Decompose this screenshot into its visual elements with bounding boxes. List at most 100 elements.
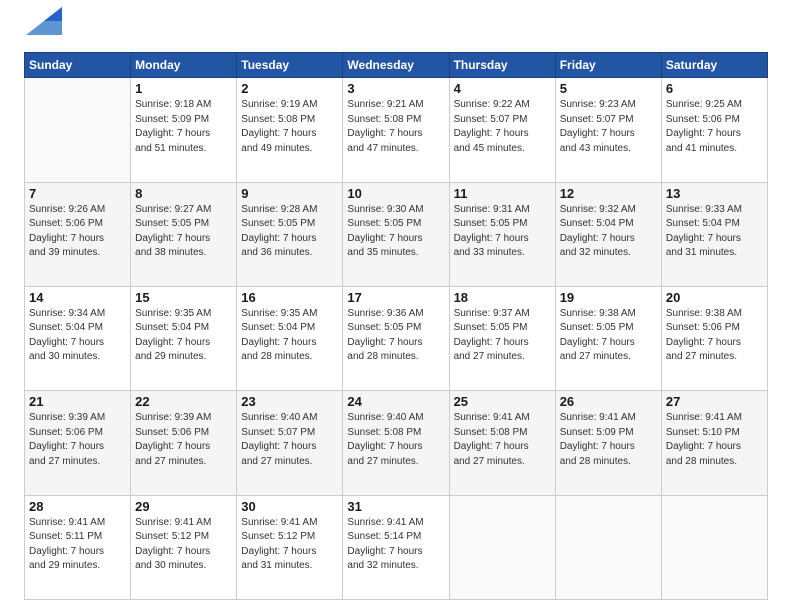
day-info: Sunrise: 9:22 AM Sunset: 5:07 PM Dayligh… <box>454 98 551 156</box>
calendar-cell: 17 Sunrise: 9:36 AM Sunset: 5:05 PM Dayli… <box>343 286 449 390</box>
day-number: 6 <box>666 81 763 96</box>
calendar-cell: 24 Sunrise: 9:40 AM Sunset: 5:08 PM Dayli… <box>343 391 449 495</box>
day-number: 14 <box>29 290 126 305</box>
day-number: 21 <box>29 394 126 409</box>
day-number: 19 <box>560 290 657 305</box>
day-info: Sunrise: 9:25 AM Sunset: 5:06 PM Dayligh… <box>666 98 763 156</box>
calendar-cell: 27Sunrise: 9:41 AM Sunset: 5:10 PM Dayli… <box>661 391 767 495</box>
day-info: Sunrise: 9:19 AM Sunset: 5:08 PM Dayligh… <box>241 98 338 156</box>
day-number: 12 <box>560 186 657 201</box>
weekday-header-tuesday: Tuesday <box>237 53 343 78</box>
calendar-cell: 1 Sunrise: 9:18 AM Sunset: 5:09 PM Daylig… <box>131 78 237 182</box>
calendar-cell: 6 Sunrise: 9:25 AM Sunset: 5:06 PM Daylig… <box>661 78 767 182</box>
calendar-cell: 26 Sunrise: 9:41 AM Sunset: 5:09 PM Dayli… <box>555 391 661 495</box>
day-number: 30 <box>241 499 338 514</box>
calendar-cell: 2 Sunrise: 9:19 AM Sunset: 5:08 PM Daylig… <box>237 78 343 182</box>
day-info: Sunrise: 9:36 AM Sunset: 5:05 PM Dayligh… <box>347 307 444 365</box>
day-number: 28 <box>29 499 126 514</box>
calendar-cell: 23 Sunrise: 9:40 AM Sunset: 5:07 PM Dayli… <box>237 391 343 495</box>
calendar-cell: 25 Sunrise: 9:41 AM Sunset: 5:08 PM Dayli… <box>449 391 555 495</box>
day-number: 15 <box>135 290 232 305</box>
calendar-cell: 20 Sunrise: 9:38 AM Sunset: 5:06 PM Dayli… <box>661 286 767 390</box>
calendar-cell: 15Sunrise: 9:35 AM Sunset: 5:04 PM Dayli… <box>131 286 237 390</box>
calendar-cell: 19 Sunrise: 9:38 AM Sunset: 5:05 PM Dayli… <box>555 286 661 390</box>
day-info: Sunrise: 9:32 AM Sunset: 5:04 PM Dayligh… <box>560 203 657 261</box>
calendar-cell: 9 Sunrise: 9:28 AM Sunset: 5:05 PM Daylig… <box>237 182 343 286</box>
day-info: Sunrise: 9:38 AM Sunset: 5:06 PM Dayligh… <box>666 307 763 365</box>
day-info: Sunrise: 9:41 AM Sunset: 5:08 PM Dayligh… <box>454 411 551 469</box>
calendar-header-row: SundayMondayTuesdayWednesdayThursdayFrid… <box>25 53 768 78</box>
calendar-cell: 3 Sunrise: 9:21 AM Sunset: 5:08 PM Daylig… <box>343 78 449 182</box>
logo-icon <box>26 7 62 35</box>
day-number: 11 <box>454 186 551 201</box>
calendar-cell <box>661 495 767 599</box>
calendar-week-row: 28 Sunrise: 9:41 AM Sunset: 5:11 PM Dayli… <box>25 495 768 599</box>
day-info: Sunrise: 9:34 AM Sunset: 5:04 PM Dayligh… <box>29 307 126 365</box>
day-info: Sunrise: 9:41 AM Sunset: 5:09 PM Dayligh… <box>560 411 657 469</box>
weekday-header-saturday: Saturday <box>661 53 767 78</box>
calendar-cell: 28 Sunrise: 9:41 AM Sunset: 5:11 PM Dayli… <box>25 495 131 599</box>
day-info: Sunrise: 9:23 AM Sunset: 5:07 PM Dayligh… <box>560 98 657 156</box>
day-info: Sunrise: 9:18 AM Sunset: 5:09 PM Dayligh… <box>135 98 232 156</box>
calendar-cell: 14 Sunrise: 9:34 AM Sunset: 5:04 PM Dayli… <box>25 286 131 390</box>
day-number: 29 <box>135 499 232 514</box>
calendar-week-row: 7Sunrise: 9:26 AM Sunset: 5:06 PM Daylig… <box>25 182 768 286</box>
calendar-cell: 8 Sunrise: 9:27 AM Sunset: 5:05 PM Daylig… <box>131 182 237 286</box>
day-number: 2 <box>241 81 338 96</box>
weekday-header-thursday: Thursday <box>449 53 555 78</box>
day-info: Sunrise: 9:41 AM Sunset: 5:12 PM Dayligh… <box>241 516 338 574</box>
day-info: Sunrise: 9:26 AM Sunset: 5:06 PM Dayligh… <box>29 203 126 261</box>
day-number: 16 <box>241 290 338 305</box>
day-number: 25 <box>454 394 551 409</box>
day-number: 17 <box>347 290 444 305</box>
calendar-cell: 11 Sunrise: 9:31 AM Sunset: 5:05 PM Dayli… <box>449 182 555 286</box>
day-info: Sunrise: 9:40 AM Sunset: 5:07 PM Dayligh… <box>241 411 338 469</box>
calendar-cell: 16 Sunrise: 9:35 AM Sunset: 5:04 PM Dayli… <box>237 286 343 390</box>
day-number: 5 <box>560 81 657 96</box>
calendar-cell: 7Sunrise: 9:26 AM Sunset: 5:06 PM Daylig… <box>25 182 131 286</box>
day-number: 23 <box>241 394 338 409</box>
page: SundayMondayTuesdayWednesdayThursdayFrid… <box>0 0 792 612</box>
calendar-cell: 5 Sunrise: 9:23 AM Sunset: 5:07 PM Daylig… <box>555 78 661 182</box>
day-number: 3 <box>347 81 444 96</box>
calendar-week-row: 1 Sunrise: 9:18 AM Sunset: 5:09 PM Daylig… <box>25 78 768 182</box>
calendar-cell <box>449 495 555 599</box>
day-number: 1 <box>135 81 232 96</box>
day-number: 27 <box>666 394 763 409</box>
weekday-header-wednesday: Wednesday <box>343 53 449 78</box>
day-info: Sunrise: 9:41 AM Sunset: 5:11 PM Dayligh… <box>29 516 126 574</box>
weekday-header-friday: Friday <box>555 53 661 78</box>
calendar-cell: 29Sunrise: 9:41 AM Sunset: 5:12 PM Dayli… <box>131 495 237 599</box>
day-number: 22 <box>135 394 232 409</box>
day-info: Sunrise: 9:31 AM Sunset: 5:05 PM Dayligh… <box>454 203 551 261</box>
day-info: Sunrise: 9:35 AM Sunset: 5:04 PM Dayligh… <box>241 307 338 365</box>
day-number: 26 <box>560 394 657 409</box>
day-info: Sunrise: 9:40 AM Sunset: 5:08 PM Dayligh… <box>347 411 444 469</box>
calendar-cell: 31Sunrise: 9:41 AM Sunset: 5:14 PM Dayli… <box>343 495 449 599</box>
weekday-header-sunday: Sunday <box>25 53 131 78</box>
day-info: Sunrise: 9:21 AM Sunset: 5:08 PM Dayligh… <box>347 98 444 156</box>
calendar-cell: 4 Sunrise: 9:22 AM Sunset: 5:07 PM Daylig… <box>449 78 555 182</box>
day-info: Sunrise: 9:30 AM Sunset: 5:05 PM Dayligh… <box>347 203 444 261</box>
day-number: 8 <box>135 186 232 201</box>
day-number: 18 <box>454 290 551 305</box>
calendar-cell: 12 Sunrise: 9:32 AM Sunset: 5:04 PM Dayli… <box>555 182 661 286</box>
day-number: 24 <box>347 394 444 409</box>
calendar-cell <box>25 78 131 182</box>
day-info: Sunrise: 9:38 AM Sunset: 5:05 PM Dayligh… <box>560 307 657 365</box>
day-number: 10 <box>347 186 444 201</box>
logo <box>24 18 62 42</box>
calendar-cell: 13Sunrise: 9:33 AM Sunset: 5:04 PM Dayli… <box>661 182 767 286</box>
header <box>24 18 768 42</box>
calendar-cell: 21Sunrise: 9:39 AM Sunset: 5:06 PM Dayli… <box>25 391 131 495</box>
day-number: 31 <box>347 499 444 514</box>
day-number: 20 <box>666 290 763 305</box>
calendar-week-row: 14 Sunrise: 9:34 AM Sunset: 5:04 PM Dayli… <box>25 286 768 390</box>
day-number: 9 <box>241 186 338 201</box>
calendar-table: SundayMondayTuesdayWednesdayThursdayFrid… <box>24 52 768 600</box>
day-info: Sunrise: 9:28 AM Sunset: 5:05 PM Dayligh… <box>241 203 338 261</box>
day-info: Sunrise: 9:27 AM Sunset: 5:05 PM Dayligh… <box>135 203 232 261</box>
calendar-cell: 22Sunrise: 9:39 AM Sunset: 5:06 PM Dayli… <box>131 391 237 495</box>
day-number: 4 <box>454 81 551 96</box>
calendar-cell <box>555 495 661 599</box>
